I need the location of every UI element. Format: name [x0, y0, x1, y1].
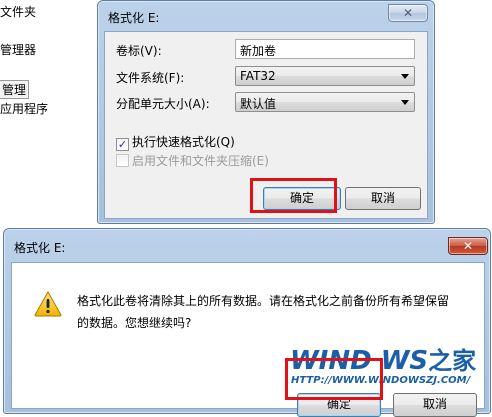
compression-checkbox [116, 154, 129, 167]
filesystem-select[interactable]: FAT32 [235, 66, 415, 86]
compression-option: 启用文件和文件夹压缩(E) [116, 152, 269, 169]
confirm-message-line1: 格式化此卷将清除其上的所有数据。请在格式化之前备份所有希望保留 [77, 294, 450, 308]
confirm-dialog-titlebar[interactable]: 格式化 E: ✕ [4, 229, 490, 259]
explorer-context-menu: 文件夹 管理器 管理 应用程序 [0, 0, 100, 230]
menu-item-manager[interactable]: 管理器 [0, 41, 36, 58]
confirm-dialog-title: 格式化 E: [14, 241, 66, 255]
quick-format-label: 执行快速格式化(Q) [132, 135, 235, 149]
confirm-message: 格式化此卷将清除其上的所有数据。请在格式化之前备份所有希望保留 的数据。您想继续… [77, 290, 477, 334]
menu-item-manage[interactable]: 管理 [0, 80, 30, 99]
chevron-down-icon [401, 74, 409, 79]
format-cancel-button[interactable]: 取消 [345, 187, 421, 210]
watermark-logo-suffix: 之家 [428, 347, 477, 375]
menu-item-folder[interactable]: 文件夹 [0, 3, 36, 20]
warning-icon [34, 291, 62, 317]
compression-label: 启用文件和文件夹压缩(E) [132, 154, 269, 168]
confirm-ok-highlight [285, 358, 383, 400]
close-icon: ✕ [462, 239, 474, 253]
format-dialog-close-button[interactable]: ✕ [388, 4, 428, 22]
close-icon: ✕ [402, 6, 414, 20]
menu-item-applications[interactable]: 应用程序 [0, 100, 48, 117]
volume-label-label: 卷标(V): [116, 44, 162, 58]
volume-label-input[interactable]: 新加卷 [235, 39, 415, 59]
allocation-unit-select[interactable]: 默认值 [235, 92, 415, 112]
allocation-unit-value: 默认值 [240, 97, 277, 111]
chevron-down-icon [401, 100, 409, 105]
ok-button-highlight [250, 178, 337, 213]
quick-format-checkbox[interactable]: ✓ [116, 138, 129, 151]
confirm-cancel-button[interactable]: 取消 [393, 393, 477, 417]
format-dialog-title: 格式化 E: [108, 11, 160, 25]
filesystem-value: FAT32 [240, 69, 276, 83]
filesystem-label: 文件系统(F): [116, 71, 185, 85]
confirm-dialog-body: 格式化此卷将清除其上的所有数据。请在格式化之前备份所有希望保留 的数据。您想继续… [11, 262, 485, 417]
quick-format-option[interactable]: ✓ 执行快速格式化(Q) [116, 133, 235, 151]
allocation-unit-label: 分配单元大小(A): [116, 97, 210, 111]
format-dialog-titlebar[interactable]: 格式化 E: ✕ [98, 1, 434, 31]
confirm-dialog: 格式化 E: ✕ 格式化此卷将清除其上的所有数据。请在格式化之前备份所有希望保留… [3, 228, 491, 417]
confirm-dialog-close-button[interactable]: ✕ [448, 237, 488, 255]
confirm-message-line2: 的数据。您想继续吗? [77, 316, 192, 330]
